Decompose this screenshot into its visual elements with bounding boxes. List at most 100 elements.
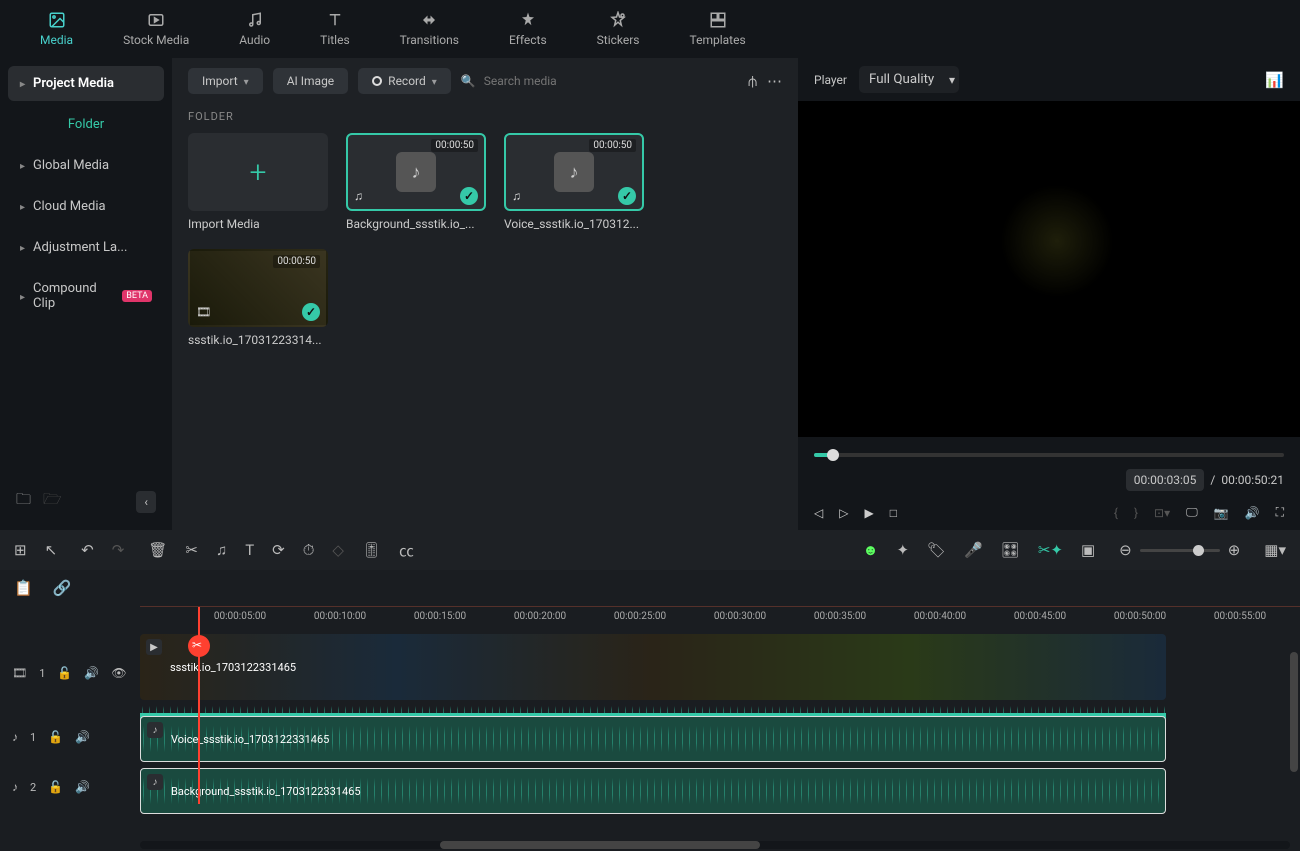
- preview-viewport[interactable]: [798, 101, 1300, 437]
- video-track-1-head[interactable]: 🎞1 🔓 🔊 👁: [0, 634, 140, 712]
- import-media-item[interactable]: + Import Media: [188, 133, 328, 231]
- visibility-icon[interactable]: 👁: [111, 666, 126, 680]
- background-audio-clip[interactable]: ♪ Background_ssstik.io_1703122331465: [140, 768, 1166, 814]
- tab-effects-label: Effects: [509, 33, 547, 47]
- sidebar-adjustment-label: Adjustment La...: [33, 240, 127, 255]
- tab-stock-media[interactable]: Stock Media: [123, 11, 189, 47]
- timer-icon[interactable]: ⏱: [303, 541, 315, 559]
- prev-frame-button[interactable]: ◁: [814, 506, 823, 520]
- marker-icon[interactable]: 🏷: [927, 541, 946, 559]
- zoom-out-button[interactable]: ⊖: [1119, 541, 1132, 559]
- media-item-background-audio[interactable]: 00:00:50♪♫ Background_ssstik.io_...: [346, 133, 486, 231]
- check-icon: [460, 187, 478, 205]
- zoom-in-button[interactable]: ⊕: [1228, 541, 1241, 559]
- image-icon: [48, 11, 66, 29]
- enhance-icon[interactable]: ✦: [896, 541, 909, 559]
- link-icon[interactable]: 🔗: [53, 579, 72, 597]
- more-icon[interactable]: ⋯: [767, 72, 782, 90]
- sidebar-global-media[interactable]: Global Media: [8, 148, 164, 183]
- track-view-icon[interactable]: ▦▾: [1264, 541, 1286, 559]
- collapse-sidebar-button[interactable]: ‹: [136, 491, 156, 513]
- tab-transitions[interactable]: Transitions: [400, 11, 459, 47]
- timeline-ruler[interactable]: 00:00:05:00 00:00:10:00 00:00:15:00 00:0…: [140, 606, 1300, 634]
- stop-button[interactable]: □: [890, 506, 897, 520]
- tab-titles[interactable]: Titles: [320, 11, 349, 47]
- mark-in-button[interactable]: {: [1114, 506, 1118, 520]
- media-item-video[interactable]: 00:00:50🎞 ssstik.io_17031223314...: [188, 249, 328, 347]
- duration-label: 00:00:50: [589, 139, 636, 152]
- filter-icon[interactable]: ⫛: [748, 72, 757, 90]
- mute-icon[interactable]: 🔊: [84, 666, 99, 680]
- tab-effects[interactable]: Effects: [509, 11, 547, 47]
- video-clip[interactable]: ▶ ssstik.io_1703122331465: [140, 634, 1166, 700]
- mute-icon[interactable]: 🔊: [75, 730, 90, 744]
- sidebar-compound-clip[interactable]: Compound ClipBETA: [8, 271, 164, 321]
- delete-button[interactable]: 🗑: [148, 541, 167, 559]
- lock-icon[interactable]: 🔓: [48, 780, 63, 794]
- quality-select[interactable]: Full Quality: [859, 66, 959, 93]
- display-button[interactable]: 🖵: [1186, 505, 1198, 520]
- folder-icon[interactable]: 🗁: [43, 489, 62, 514]
- media-item-name: Background_ssstik.io_...: [346, 217, 486, 231]
- keyframe-icon[interactable]: ◇: [332, 541, 344, 559]
- mic-icon[interactable]: 🎤: [964, 541, 983, 559]
- play-pause-button[interactable]: ▷: [839, 506, 848, 520]
- undo-button[interactable]: ↶: [81, 541, 94, 559]
- sidebar-folder[interactable]: Folder: [8, 107, 164, 142]
- audio-track-1-head[interactable]: ♪1 🔓 🔊: [0, 712, 140, 762]
- tab-stickers[interactable]: Stickers: [597, 11, 640, 47]
- timeline-tracks[interactable]: 00:00:05:00 00:00:10:00 00:00:15:00 00:0…: [140, 606, 1300, 851]
- waveform-icon[interactable]: 📊: [1265, 71, 1284, 89]
- search-input[interactable]: [484, 74, 664, 88]
- tab-audio[interactable]: Audio: [239, 11, 270, 47]
- color-icon[interactable]: 🎚: [362, 541, 381, 559]
- new-folder-icon[interactable]: 🗀: [16, 489, 31, 514]
- mark-out-button[interactable]: }: [1134, 506, 1138, 520]
- ai-icon[interactable]: ☻: [863, 541, 879, 559]
- media-panel: Import AI Image Record 🔍 ⫛ ⋯ FOLDER + Im…: [172, 58, 798, 530]
- record-button[interactable]: Record: [358, 68, 451, 94]
- fullscreen-button[interactable]: ⛶: [1276, 505, 1284, 520]
- ruler-tick: 00:00:25:00: [614, 611, 666, 622]
- tab-media[interactable]: Media: [40, 11, 73, 47]
- text-tool-icon[interactable]: T: [245, 541, 254, 559]
- playhead[interactable]: [198, 607, 200, 804]
- layout-icon[interactable]: ⊞: [14, 541, 27, 559]
- lock-icon[interactable]: 🔓: [48, 730, 63, 744]
- zoom-slider[interactable]: [1140, 549, 1220, 552]
- tab-templates[interactable]: Templates: [690, 11, 746, 47]
- horizontal-scrollbar[interactable]: [140, 841, 1290, 849]
- auto-cut-icon[interactable]: ✂✦: [1038, 541, 1063, 559]
- sidebar-cloud-media[interactable]: Cloud Media: [8, 189, 164, 224]
- redo-button[interactable]: ↷: [112, 541, 125, 559]
- sidebar-project-media[interactable]: Project Media: [8, 66, 164, 101]
- audio-track-2-head[interactable]: ♪2 🔓 🔊: [0, 762, 140, 812]
- media-item-voice-audio[interactable]: 00:00:50♪♫ Voice_ssstik.io_170312...: [504, 133, 644, 231]
- sidebar-adjustment-layer[interactable]: Adjustment La...: [8, 230, 164, 265]
- seek-bar[interactable]: [814, 453, 1284, 457]
- clipboard-icon[interactable]: 📋: [14, 579, 33, 597]
- voice-audio-clip[interactable]: ♪ Voice_ssstik.io_1703122331465: [140, 716, 1166, 762]
- cursor-icon[interactable]: ↖: [45, 541, 58, 559]
- music-file-icon: ♪: [396, 152, 436, 192]
- audio-detach-icon[interactable]: ♫: [216, 541, 227, 559]
- mute-icon[interactable]: 🔊: [75, 780, 90, 794]
- lock-icon[interactable]: 🔓: [57, 666, 72, 680]
- subtitle-icon[interactable]: ㏄: [399, 540, 414, 561]
- volume-button[interactable]: 🔊: [1245, 506, 1260, 520]
- snapshot-button[interactable]: 📷: [1214, 506, 1229, 520]
- crop-button[interactable]: ⊡▾: [1154, 506, 1170, 520]
- render-icon[interactable]: ▣: [1081, 541, 1095, 559]
- ruler-tick: 00:00:50:00: [1114, 611, 1166, 622]
- import-button[interactable]: Import: [188, 68, 263, 94]
- speed-icon[interactable]: ⟳: [272, 541, 285, 559]
- ruler-tick: 00:00:35:00: [814, 611, 866, 622]
- mixer-icon[interactable]: 🎛: [1001, 541, 1020, 559]
- video-clip-label: ssstik.io_1703122331465: [140, 661, 296, 674]
- folder-section-label: FOLDER: [188, 110, 782, 123]
- effects-icon: [519, 11, 537, 29]
- vertical-scrollbar[interactable]: [1290, 652, 1298, 772]
- play-button[interactable]: ▶: [864, 506, 873, 520]
- split-button[interactable]: ✂: [185, 541, 198, 559]
- ai-image-button[interactable]: AI Image: [273, 68, 348, 94]
